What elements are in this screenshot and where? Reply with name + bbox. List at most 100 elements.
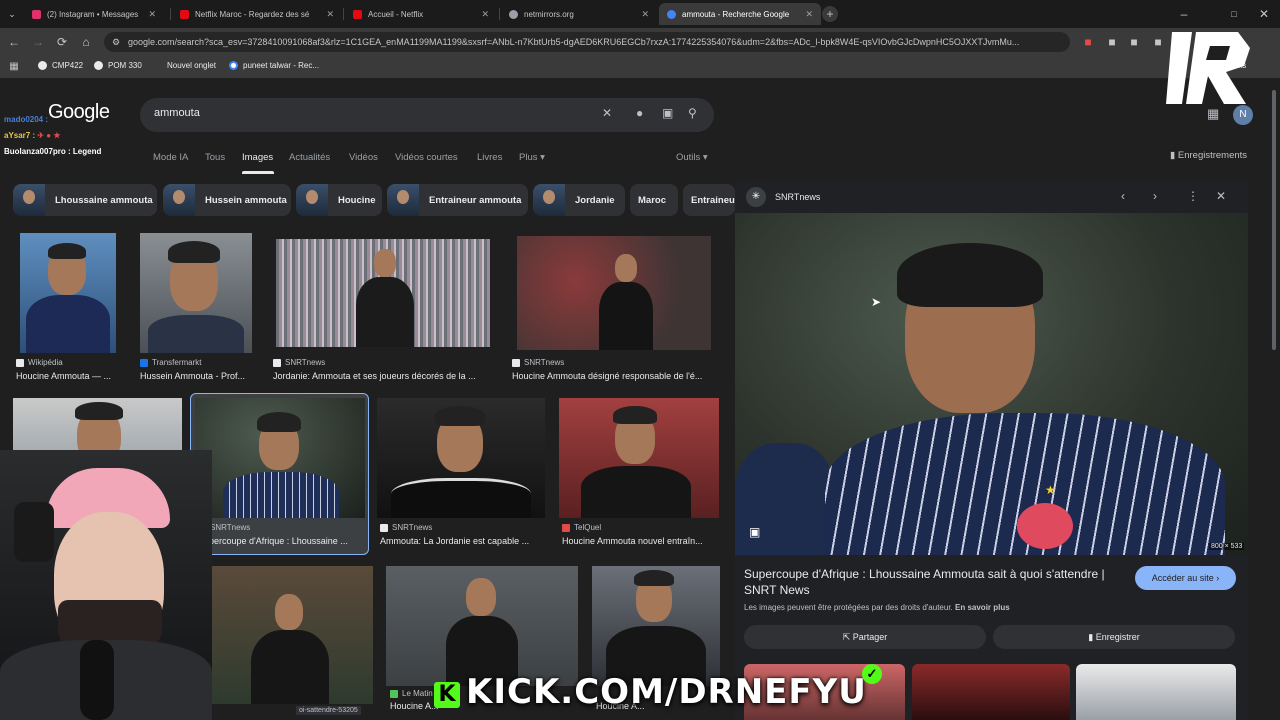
extension-icon[interactable]: ■	[1126, 34, 1142, 50]
close-window-button[interactable]: ✕	[1256, 6, 1272, 22]
globe-icon	[38, 61, 47, 70]
chat-text: Legend	[72, 147, 102, 156]
tab-netflix-maroc[interactable]: Netflix Maroc - Regardez des sé ✕	[172, 3, 342, 25]
result-image[interactable]	[517, 236, 711, 350]
preview-image[interactable]: ★ ➤ ▣ 800 × 533	[735, 213, 1248, 555]
avatar[interactable]: N	[1233, 105, 1253, 125]
close-icon[interactable]: ✕	[805, 9, 813, 20]
result-image[interactable]	[592, 566, 720, 686]
extension-icon[interactable]: ■	[1104, 34, 1120, 50]
chat-user: aYsar7 :	[4, 131, 36, 140]
tab-google-search[interactable]: ammouta - Recherche Google ✕	[659, 3, 821, 25]
result-title[interactable]: Jordanie: Ammouta et ses joueurs décorés…	[273, 371, 495, 381]
close-icon[interactable]: ✕	[148, 9, 156, 20]
forward-button[interactable]: →	[30, 34, 46, 50]
lens-icon[interactable]: ▣	[662, 106, 673, 120]
saves-button[interactable]: ▮ Enregistrements	[1170, 150, 1247, 161]
clear-icon[interactable]: ✕	[602, 106, 612, 120]
chip-label: Houcine	[338, 194, 376, 206]
tab-more[interactable]: Plus ▾	[519, 152, 545, 163]
copyright-text: Les images peuvent être protégées par de…	[744, 603, 953, 612]
result-title[interactable]: Ammouta: La Jordanie est capable ...	[380, 536, 546, 546]
close-icon[interactable]: ✕	[326, 9, 334, 20]
chip-entraineur[interactable]: Entraineur ammouta	[387, 184, 528, 216]
chip-jordanie[interactable]: Jordanie	[533, 184, 625, 216]
tab-videos[interactable]: Vidéos	[349, 152, 378, 163]
result-image[interactable]	[377, 398, 545, 518]
extension-icon[interactable]: ■	[1150, 34, 1166, 50]
microphone-icon[interactable]: ●	[636, 106, 643, 120]
result-source: TelQuel	[562, 523, 601, 532]
related-image[interactable]	[1076, 664, 1236, 720]
close-icon[interactable]: ✕	[641, 9, 649, 20]
bookmark-cmp422[interactable]: CMP422	[38, 61, 83, 70]
result-image[interactable]	[20, 233, 116, 353]
minimize-button[interactable]: –	[1176, 6, 1192, 22]
save-button[interactable]: ▮ Enregistrer	[993, 625, 1235, 649]
crest-icon	[1017, 503, 1073, 549]
home-button[interactable]: ⌂	[78, 34, 94, 50]
lens-icon[interactable]: ▣	[749, 525, 760, 539]
streamer-logo-icon	[1166, 32, 1250, 104]
result-title[interactable]: Hussein Ammouta - Prof...	[140, 371, 258, 381]
result-source: Le Matin	[390, 689, 433, 698]
scrollbar-thumb[interactable]	[1272, 90, 1276, 350]
apps-grid-icon[interactable]: ▦	[1207, 106, 1219, 122]
previous-icon[interactable]: ‹	[1121, 189, 1125, 203]
tab-books[interactable]: Livres	[477, 152, 502, 163]
headphones	[14, 502, 54, 562]
tab-short-videos[interactable]: Vidéos courtes	[395, 152, 458, 163]
chat-text: ✈ ● ★	[37, 131, 61, 140]
panel-title[interactable]: Supercoupe d'Afrique : Lhoussaine Ammout…	[744, 566, 1124, 598]
result-title[interactable]: Houcine Ammouta — ...	[16, 371, 120, 381]
bookmark-new-tab[interactable]: Nouvel onglet	[167, 61, 216, 70]
result-image[interactable]	[559, 398, 719, 518]
bookmarks-bar: ▦ CMP422 POM 330 Nouvel onglet puneet ta…	[0, 56, 1280, 78]
tab-netflix-home[interactable]: Accueil - Netflix ✕	[345, 3, 497, 25]
extension-icon[interactable]: ■	[1080, 34, 1096, 50]
close-icon[interactable]: ✕	[1216, 189, 1226, 203]
share-button[interactable]: ⇱ Partager	[744, 625, 986, 649]
search-icon[interactable]: ⚲	[688, 106, 697, 120]
tab-instagram[interactable]: (2) Instagram • Messages ✕	[24, 3, 164, 25]
chip-houcine[interactable]: Houcine	[296, 184, 382, 216]
result-image[interactable]	[386, 566, 578, 686]
bookmark-label: Nouvel onglet	[167, 61, 216, 70]
tools-button[interactable]: Outils ▾	[676, 152, 708, 163]
maximize-button[interactable]: □	[1226, 6, 1242, 22]
learn-more-link[interactable]: En savoir plus	[955, 603, 1010, 612]
site-settings-icon[interactable]: ⚙	[112, 32, 120, 52]
result-image[interactable]	[276, 239, 490, 347]
result-image[interactable]	[193, 566, 373, 704]
result-title[interactable]: Houcine A...	[390, 701, 440, 711]
transfermarkt-icon	[140, 358, 148, 367]
related-image[interactable]	[912, 664, 1070, 720]
chip-lhoussaine[interactable]: Lhoussaine ammouta	[13, 184, 157, 216]
result-title[interactable]: Supercoupe d'Afrique : Lhoussaine ...	[198, 536, 364, 546]
apps-grid-icon[interactable]: ▦	[6, 59, 22, 75]
result-title[interactable]: Houcine Ammouta nouvel entraîn...	[562, 536, 718, 546]
new-tab-button[interactable]: +	[822, 6, 838, 22]
chip-label: Entraineu	[691, 194, 735, 206]
bookmark-puneet[interactable]: puneet talwar - Rec...	[229, 61, 319, 70]
result-title[interactable]: Houcine Ammouta désigné responsable de l…	[512, 371, 716, 381]
chip-hussein[interactable]: Hussein ammouta	[163, 184, 291, 216]
more-options-icon[interactable]: ⋮	[1187, 189, 1199, 203]
back-button[interactable]: ←	[6, 34, 22, 50]
share-icon: ⇱	[842, 632, 853, 642]
visit-button[interactable]: Accéder au site ›	[1135, 566, 1236, 590]
kick-channel: KICK.COM/DRNEFYU	[466, 672, 867, 712]
result-image[interactable]	[195, 398, 365, 518]
chip-label: Entraineur ammouta	[429, 194, 522, 206]
close-icon[interactable]: ✕	[481, 9, 489, 20]
next-icon[interactable]: ›	[1153, 189, 1157, 203]
address-bar[interactable]: ⚙ google.com/search?sca_esv=372841009106…	[104, 32, 1070, 52]
result-image[interactable]	[140, 233, 252, 353]
tab-netmirrors[interactable]: netmirrors.org ✕	[501, 3, 657, 25]
panel-source[interactable]: SNRTnews	[775, 192, 820, 202]
chip-entraineur-2[interactable]: Entraineu	[683, 184, 735, 216]
tab-search-icon[interactable]: ⌄	[4, 6, 20, 22]
chip-maroc[interactable]: Maroc	[630, 184, 678, 216]
bookmark-pom330[interactable]: POM 330	[94, 61, 142, 70]
reload-button[interactable]: ⟳	[54, 34, 70, 50]
